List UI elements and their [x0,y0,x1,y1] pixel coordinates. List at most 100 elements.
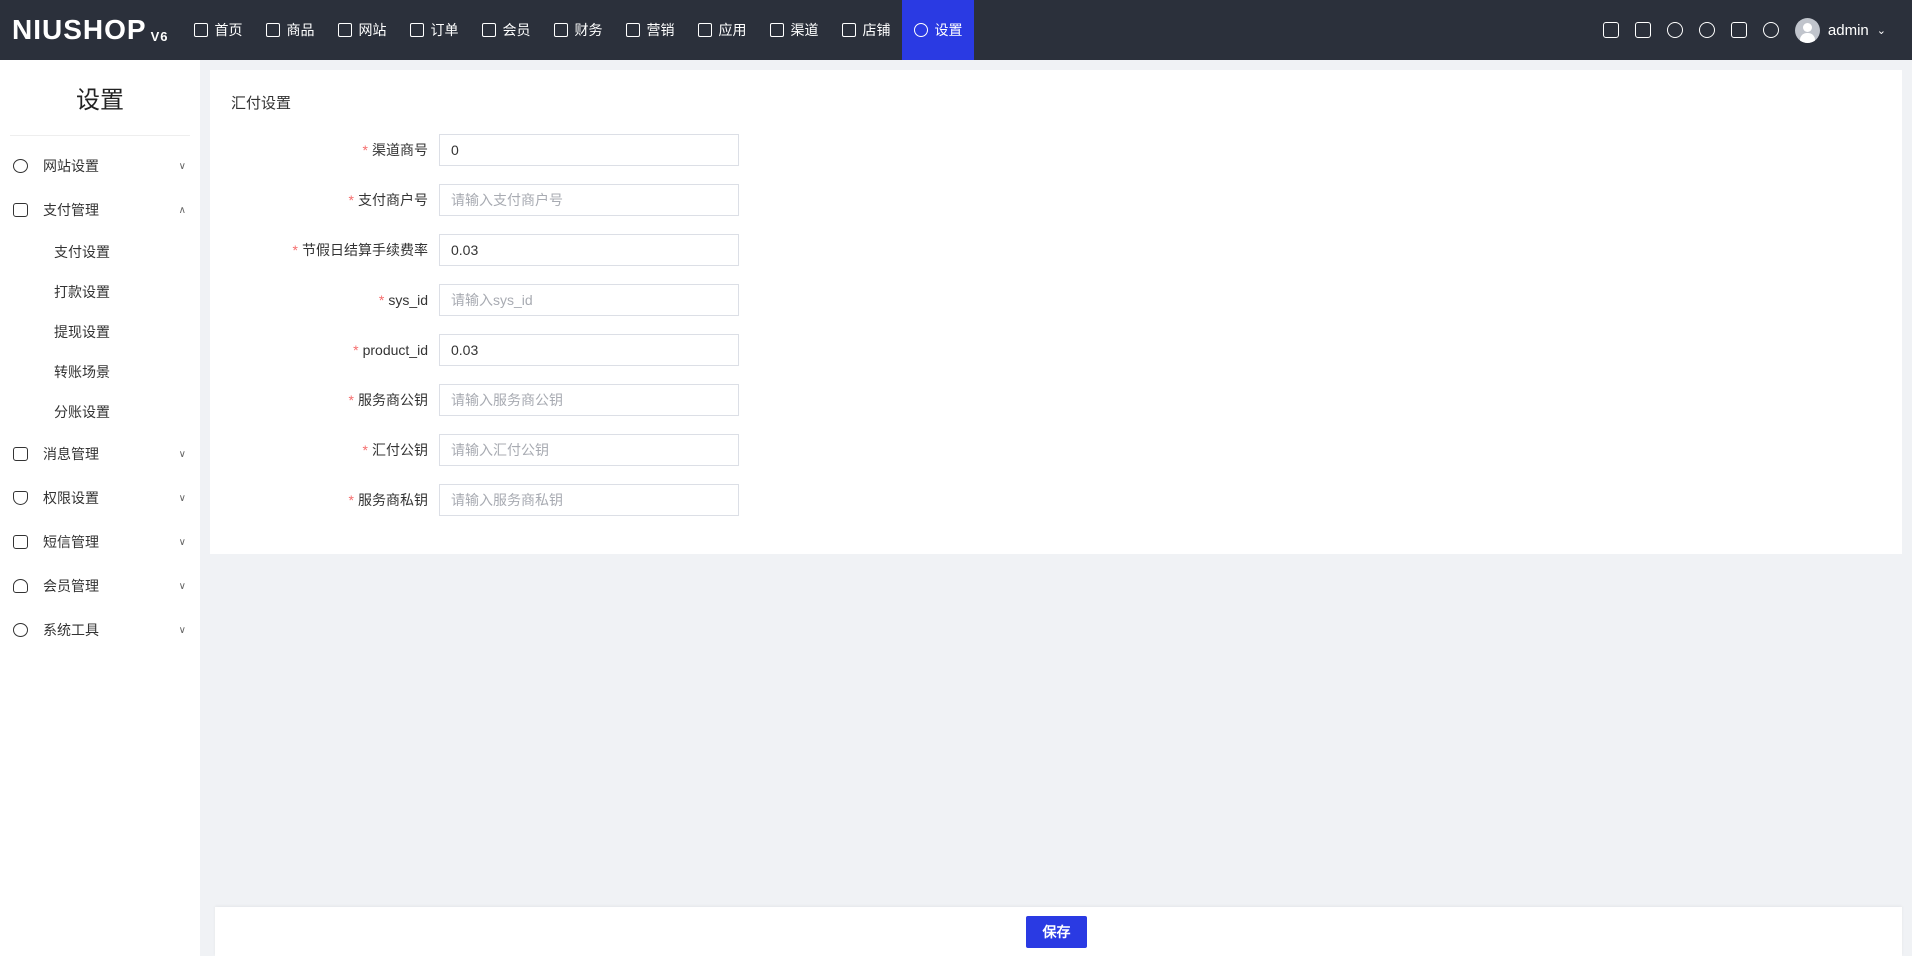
refresh-icon[interactable] [1698,22,1715,38]
nav-apps[interactable]: 应用 [686,0,758,60]
settings-icon[interactable] [1762,22,1779,38]
provider-private-key-input[interactable] [439,484,739,516]
box-icon [266,23,281,37]
header-tools: admin ⌄ [1602,17,1886,43]
channel-icon [770,23,785,37]
sidebar-item-label: 系统工具 [43,622,99,638]
field-label: * 汇付公钥 [210,440,439,460]
shield-icon [13,491,28,505]
shop-icon[interactable] [1602,22,1619,38]
label-text: 支付商户号 [358,192,428,208]
sidebar-item-permission[interactable]: 权限设置 ∨ [0,476,200,520]
gear-icon [914,23,929,37]
nav-label: 首页 [214,22,243,38]
marketing-icon [626,23,641,37]
sidebar-sub-split-settings[interactable]: 分账设置 [0,392,200,432]
field-label: * 服务商私钥 [210,490,439,510]
label-text: 服务商私钥 [358,492,428,508]
huifu-public-key-input[interactable] [439,434,739,466]
sidebar-item-label: 权限设置 [43,490,99,506]
nav-home[interactable]: 首页 [182,0,254,60]
required-mark: * [362,442,368,458]
nav-store[interactable]: 店铺 [830,0,902,60]
sidebar-item-label: 网站设置 [43,158,99,174]
user-menu[interactable]: admin ⌄ [1794,17,1886,43]
form-row: * sys_id [210,284,739,316]
required-mark: * [362,142,368,158]
tool-icon [13,623,28,637]
chevron-down-icon: ⌄ [1876,24,1886,37]
sidebar-title: 设置 [10,60,190,136]
avatar [1794,17,1820,43]
sidebar-item-tools[interactable]: 系统工具 ∨ [0,608,200,652]
required-mark: * [378,292,385,308]
nav-order[interactable]: 订单 [398,0,470,60]
field-label: * 支付商户号 [210,190,439,210]
nav-finance[interactable]: 财务 [542,0,614,60]
finance-icon [554,23,569,37]
chevron-down-icon: ∨ [178,536,186,548]
main-nav: 首页 商品 网站 订单 会员 财务 营销 应用 渠道 店铺 设置 [182,0,975,60]
nav-label: 设置 [934,22,963,38]
sidebar-item-sms[interactable]: 短信管理 ∨ [0,520,200,564]
info-icon[interactable] [1666,22,1683,38]
apps-icon [698,23,713,37]
form-row: * 节假日结算手续费率 [210,234,739,266]
nav-label: 会员 [502,22,531,38]
nav-marketing[interactable]: 营销 [614,0,686,60]
nav-settings[interactable]: 设置 [902,0,975,60]
mail-icon [13,535,28,549]
merchant-no-input[interactable] [439,184,739,216]
nav-label: 应用 [718,22,747,38]
chevron-down-icon: ∨ [178,580,186,592]
product-id-input[interactable] [439,334,739,366]
member-icon [482,23,497,37]
settings-card: 汇付设置 *渠道商号 *支付商户号 *节假日结算手续费率 *sys_id *pr… [210,70,1902,554]
sidebar-sub-transfer-scene[interactable]: 转账场景 [0,352,200,392]
required-mark: * [353,342,359,358]
sidebar-sub-pay-settings[interactable]: 支付设置 [0,232,200,272]
nav-label: 商品 [286,22,315,38]
sidebar-item-label: 消息管理 [43,446,99,462]
sidebar-item-payment[interactable]: 支付管理 ∧ [0,188,200,232]
chevron-down-icon: ∨ [178,492,186,504]
sidebar-item-website[interactable]: 网站设置 ∨ [0,144,200,188]
sidebar-item-label: 短信管理 [43,534,99,550]
field-label: * 节假日结算手续费率 [210,240,439,260]
label-text: sys_id [388,292,428,308]
sidebar-item-label: 会员管理 [43,578,99,594]
save-button[interactable]: 保存 [1026,916,1087,948]
nav-label: 店铺 [862,22,891,38]
chevron-up-icon: ∧ [178,204,186,216]
store-icon [842,23,857,37]
logo-text: NIUSHOP [12,14,147,45]
nav-member[interactable]: 会员 [470,0,542,60]
provider-public-key-input[interactable] [439,384,739,416]
rocket-icon[interactable] [1730,22,1747,38]
huifu-form: *渠道商号 *支付商户号 *节假日结算手续费率 *sys_id *product… [210,134,739,534]
nav-goods[interactable]: 商品 [254,0,326,60]
field-label: * sys_id [210,292,439,308]
sidebar-item-message[interactable]: 消息管理 ∨ [0,432,200,476]
required-mark: * [348,492,354,508]
clipboard-icon [410,23,425,37]
required-mark: * [348,392,354,408]
sidebar-item-member[interactable]: 会员管理 ∨ [0,564,200,608]
top-header: NIUSHOP V6 首页 商品 网站 订单 会员 财务 营销 应用 渠道 店铺 … [0,0,1912,60]
channel-merchant-no-input[interactable] [439,134,739,166]
sidebar-sub-transfer-settings[interactable]: 打款设置 [0,272,200,312]
nav-channel[interactable]: 渠道 [758,0,830,60]
sidebar-item-label: 支付管理 [43,202,99,218]
form-row: * 汇付公钥 [210,434,739,466]
form-row: * 渠道商号 [210,134,739,166]
sidebar-sub-withdraw-settings[interactable]: 提现设置 [0,312,200,352]
chat-icon[interactable] [1634,22,1651,38]
sys-id-input[interactable] [439,284,739,316]
form-row: * 服务商公钥 [210,384,739,416]
nav-website[interactable]: 网站 [326,0,398,60]
holiday-fee-rate-input[interactable] [439,234,739,266]
user-gear-icon [13,579,28,593]
wallet-icon [13,203,28,217]
sidebar-menu: 网站设置 ∨ 支付管理 ∧ 支付设置 打款设置 提现设置 转账场景 分账设置 消息管… [0,136,200,652]
logo[interactable]: NIUSHOP V6 [12,14,168,46]
